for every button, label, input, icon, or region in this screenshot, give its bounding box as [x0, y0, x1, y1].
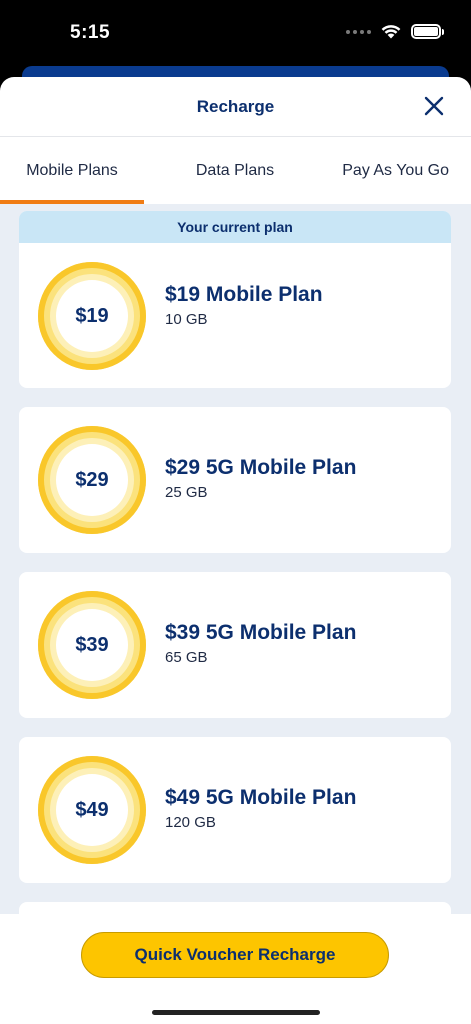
wifi-icon: [381, 25, 401, 39]
plan-data: 25 GB: [165, 484, 208, 501]
plan-card-partial[interactable]: [19, 902, 451, 914]
plan-card-current[interactable]: Your current plan $19 $19 Mobile Plan 10…: [19, 211, 451, 388]
price-badge-label: $19: [75, 304, 109, 327]
sheet-title: Recharge: [196, 97, 275, 116]
tab-mobile-plans[interactable]: Mobile Plans: [0, 137, 144, 204]
tab-data-plans[interactable]: Data Plans: [144, 137, 326, 204]
signal-icon: [346, 29, 371, 34]
sheet-header: Recharge: [0, 77, 471, 137]
plan-data: 10 GB: [165, 311, 208, 328]
battery-icon: [411, 24, 444, 39]
price-badge-label: $29: [75, 468, 109, 491]
plan-name: $29 5G Mobile Plan: [165, 456, 357, 479]
close-icon[interactable]: [423, 95, 445, 117]
plan-card[interactable]: $39 $39 5G Mobile Plan 65 GB: [19, 572, 451, 718]
plan-name: $39 5G Mobile Plan: [165, 621, 357, 644]
price-badge: $39: [38, 591, 146, 699]
plan-data: 120 GB: [165, 814, 216, 831]
current-plan-banner: Your current plan: [19, 211, 451, 243]
plan-name: $49 5G Mobile Plan: [165, 786, 357, 809]
status-icons: [346, 24, 444, 39]
tab-pay-as-you-go[interactable]: Pay As You Go: [326, 137, 471, 204]
price-badge: $19: [38, 262, 146, 370]
status-bar: 5:15: [0, 0, 471, 70]
price-badge-label: $49: [75, 798, 109, 821]
plan-data: 65 GB: [165, 649, 208, 666]
price-badge: $49: [38, 756, 146, 864]
quick-voucher-recharge-button[interactable]: Quick Voucher Recharge: [81, 932, 389, 978]
plan-name: $19 Mobile Plan: [165, 283, 323, 306]
plan-tabs: Mobile Plans Data Plans Pay As You Go: [0, 137, 471, 204]
plan-card[interactable]: $29 $29 5G Mobile Plan 25 GB: [19, 407, 451, 553]
home-indicator: [152, 1010, 320, 1015]
plan-card[interactable]: $49 $49 5G Mobile Plan 120 GB: [19, 737, 451, 883]
status-time: 5:15: [70, 22, 111, 43]
plan-list: Your current plan $19 $19 Mobile Plan 10…: [0, 204, 471, 914]
price-badge: $29: [38, 426, 146, 534]
sheet-footer: Quick Voucher Recharge: [0, 914, 471, 1024]
price-badge-label: $39: [75, 633, 109, 656]
